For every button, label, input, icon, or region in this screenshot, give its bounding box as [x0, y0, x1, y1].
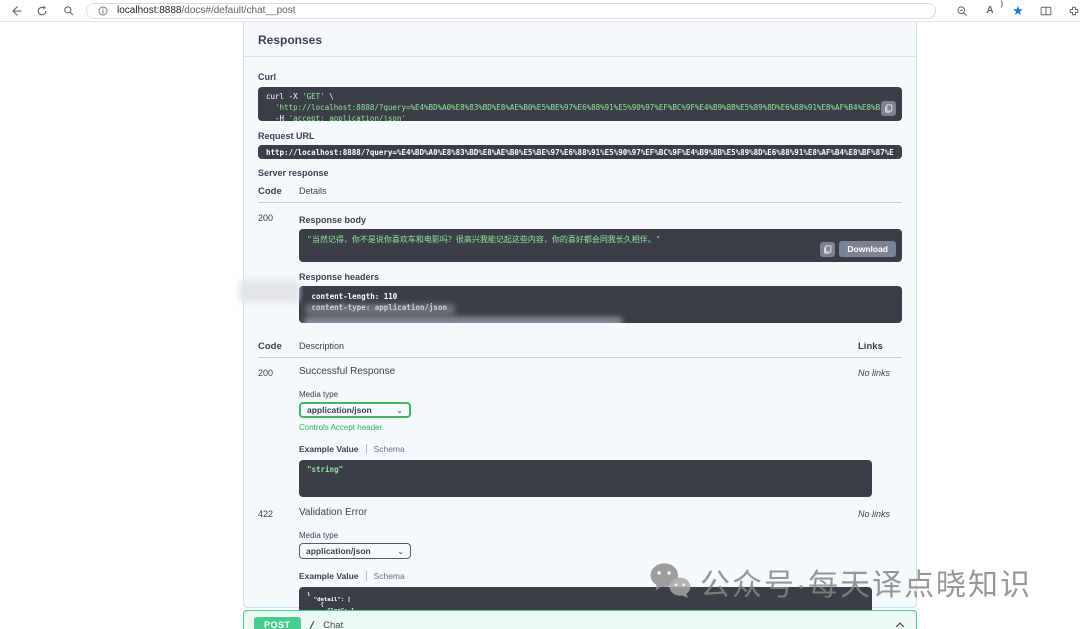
responses-section-title: Responses: [258, 33, 322, 47]
address-bar[interactable]: localhost:8888/docs#/default/chat__post: [86, 3, 936, 19]
response-body-value: "当然记得，你不是说你喜欢车和电影吗？很高兴我能记起这些内容，你的喜好都会同我长…: [307, 234, 894, 245]
copy-response-icon[interactable]: [820, 242, 835, 257]
browser-extensions-icon[interactable]: [1066, 3, 1080, 19]
response-row-200: 200 Successful Response Media type appli…: [258, 366, 902, 497]
zoom-out-icon[interactable]: [954, 3, 970, 19]
responses-title-row: Responses: [244, 22, 916, 57]
request-url-value: http://localhost:8888/?query=%E4%BD%A0%E…: [266, 148, 894, 157]
media-type-value: application/json: [307, 405, 372, 415]
media-type-select[interactable]: application/json ⌄: [299, 543, 411, 559]
browser-toolbar: localhost:8888/docs#/default/chat__post …: [0, 0, 1080, 22]
post-endpoint-path: /: [309, 619, 316, 629]
tab-schema[interactable]: Schema: [366, 571, 412, 581]
tab-example-value[interactable]: Example Value: [299, 571, 366, 581]
search-icon[interactable]: [60, 3, 76, 19]
chevron-down-icon: ⌄: [397, 547, 404, 556]
response-body-block: "当然记得，你不是说你喜欢车和电影吗？很高兴我能记起这些内容，你的喜好都会同我长…: [299, 229, 902, 262]
url-text: localhost:8888/docs#/default/chat__post: [117, 5, 295, 16]
request-url-label: Request URL: [258, 131, 902, 141]
media-type-label: Media type: [299, 531, 858, 540]
response-description: Validation Error: [299, 507, 858, 518]
split-screen-icon[interactable]: [1038, 3, 1054, 19]
chevron-up-icon[interactable]: [894, 619, 906, 629]
response-headers-label: Response headers: [299, 272, 902, 282]
example-schema-tabs: Example Value Schema: [299, 571, 858, 581]
tab-example-value[interactable]: Example Value: [299, 444, 366, 454]
media-type-select[interactable]: application/json ⌄: [299, 402, 411, 418]
refresh-icon[interactable]: [34, 3, 50, 19]
redaction-blur: [305, 304, 455, 315]
media-type-value: application/json: [306, 546, 371, 556]
responses-head-description: Description: [299, 341, 858, 351]
responses-table-head: Code Description Links: [258, 341, 902, 358]
post-chat-opblock-header[interactable]: POST / Chat: [243, 610, 917, 629]
response-description: Successful Response: [299, 366, 858, 377]
example-schema-tabs: Example Value Schema: [299, 444, 858, 454]
back-icon[interactable]: [8, 3, 24, 19]
server-response-table-head: Code Details: [258, 186, 902, 203]
server-response-label: Server response: [258, 168, 902, 178]
request-url-block: http://localhost:8888/?query=%E4%BD%A0%E…: [258, 145, 902, 159]
curl-code-block: curl -X 'GET' \ 'http://localhost:8888/?…: [258, 87, 902, 121]
redaction-blur: [239, 280, 299, 302]
response-headers-block: content-length: 110 content-type: applic…: [299, 286, 902, 323]
post-method-badge: POST: [254, 617, 301, 629]
example-value-block: "string": [299, 460, 872, 497]
response-body-label: Response body: [299, 215, 902, 225]
server-response-code: 200: [258, 211, 299, 323]
example-value: "string": [307, 465, 864, 474]
server-head-code: Code: [258, 186, 299, 197]
tab-schema[interactable]: Schema: [366, 444, 412, 454]
media-type-label: Media type: [299, 390, 858, 399]
server-head-details: Details: [299, 186, 902, 196]
redaction-blur: [304, 317, 622, 323]
url-path: /docs#/default/chat__post: [182, 5, 296, 16]
swagger-get-opblock: Responses Curl curl -X 'GET' \ 'http://l…: [243, 22, 917, 608]
responses-head-links: Links: [858, 341, 902, 352]
curl-command: curl -X 'GET' \ 'http://localhost:8888/?…: [266, 92, 894, 121]
toolbar-right-icons: A) ★: [954, 3, 1072, 19]
read-aloud-icon[interactable]: A): [982, 3, 998, 19]
responses-head-code: Code: [258, 341, 299, 352]
curl-label: Curl: [258, 72, 902, 82]
site-info-icon[interactable]: [95, 3, 111, 19]
server-response-row: 200 Response body "当然记得，你不是说你喜欢车和电影吗？很高兴…: [258, 211, 902, 323]
favorite-star-icon[interactable]: ★: [1010, 3, 1026, 19]
post-endpoint-description: Chat: [323, 620, 343, 629]
chevron-down-icon: ⌄: [396, 406, 403, 415]
download-button[interactable]: Download: [839, 241, 896, 257]
copy-curl-icon[interactable]: [881, 101, 896, 116]
response-code: 200: [258, 366, 299, 497]
url-host: localhost:8888: [117, 5, 182, 16]
controls-accept-note: Controls Accept header.: [299, 423, 858, 432]
